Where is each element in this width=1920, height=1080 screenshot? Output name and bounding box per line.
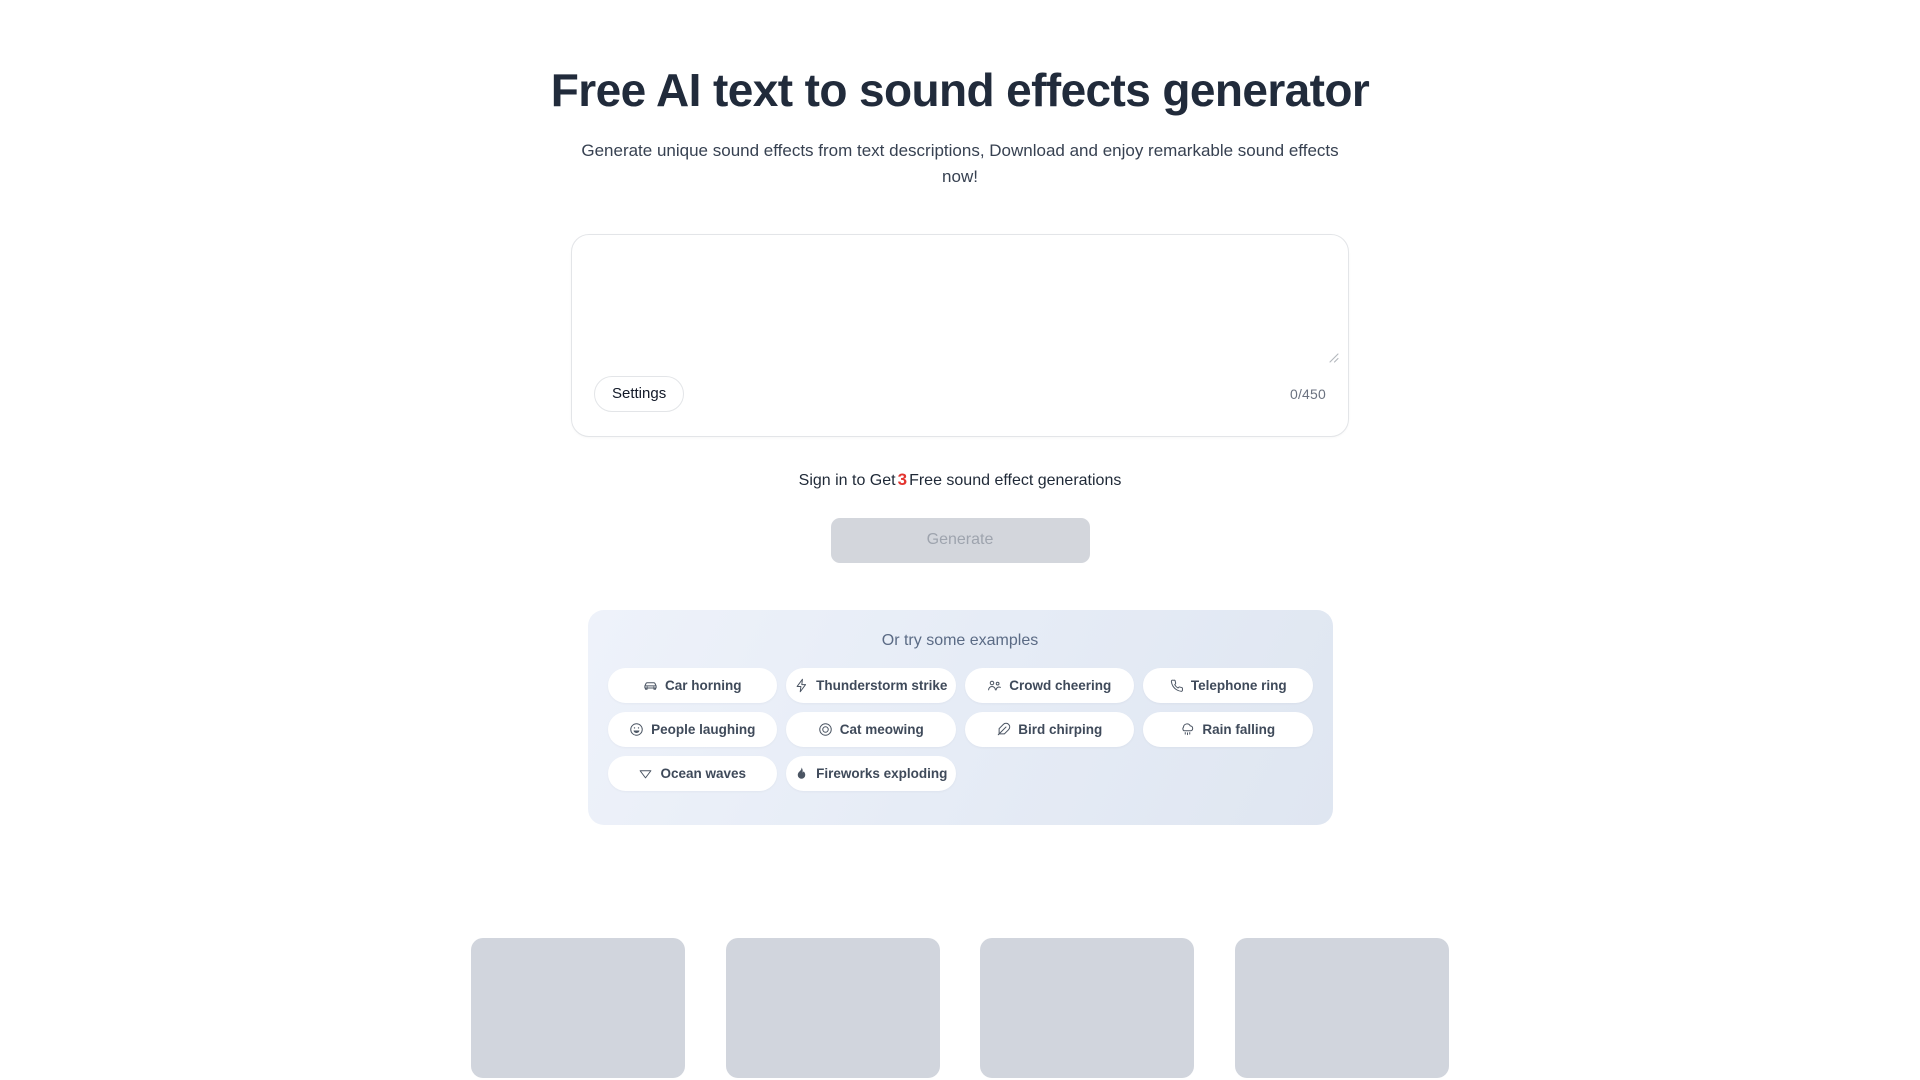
flame-icon <box>794 766 809 781</box>
example-chip-label: Car horning <box>665 677 742 693</box>
smiley-laugh-icon <box>629 722 644 737</box>
page-title: Free AI text to sound effects generator <box>550 64 1370 116</box>
example-chip[interactable]: Cat meowing <box>786 711 956 747</box>
example-chip-label: People laughing <box>651 721 756 737</box>
example-chip-label: Cat meowing <box>839 721 924 737</box>
resize-grip-icon[interactable] <box>1326 350 1339 363</box>
prompt-card: Settings 0/450 <box>571 233 1349 437</box>
examples-grid: Car horning Thunderstorm strike Crowd chee… <box>607 667 1313 791</box>
car-icon <box>643 678 658 693</box>
result-skeleton-card <box>471 937 685 1078</box>
example-chip-label: Ocean waves <box>660 765 747 781</box>
examples-panel: Or try some examples Car horning Thunders… <box>587 609 1333 825</box>
example-chip-label: Rain falling <box>1202 721 1276 737</box>
people-group-icon <box>987 678 1002 693</box>
results-skeleton-row <box>471 937 1449 1078</box>
paw-circle-icon <box>818 722 833 737</box>
hero-section: Free AI text to sound effects generator … <box>0 0 1920 190</box>
prompt-footer: Settings 0/450 <box>572 366 1348 436</box>
page-root: Free AI text to sound effects generator … <box>0 0 1920 1080</box>
feather-icon <box>996 722 1011 737</box>
examples-heading: Or try some examples <box>881 631 1039 649</box>
signin-suffix: Free sound effect generations <box>909 471 1122 489</box>
page-subtitle: Generate unique sound effects from text … <box>581 141 1339 186</box>
wave-triangle-icon <box>638 766 653 781</box>
phone-icon <box>1169 678 1184 693</box>
result-skeleton-card <box>725 937 940 1078</box>
signin-prefix: Sign in to Get <box>798 471 896 489</box>
char-counter: 0/450 <box>1289 385 1326 402</box>
example-chip-label: Thunderstorm strike <box>816 677 948 693</box>
lightning-icon <box>794 678 809 693</box>
prompt-input[interactable] <box>572 234 1348 366</box>
example-chip[interactable]: Ocean waves <box>607 755 777 791</box>
example-chip-label: Bird chirping <box>1018 721 1103 737</box>
example-chip-label: Telephone ring <box>1190 677 1287 693</box>
example-chip[interactable]: Car horning <box>607 667 777 703</box>
example-chip[interactable]: Crowd cheering <box>964 667 1134 703</box>
result-skeleton-card <box>1234 937 1449 1078</box>
example-chip[interactable]: People laughing <box>607 711 777 747</box>
example-chip[interactable]: Thunderstorm strike <box>786 667 956 703</box>
signin-prompt: Sign in to Get 3 Free sound effect generat… <box>799 470 1122 490</box>
example-chip-label: Fireworks exploding <box>816 765 948 781</box>
example-chip[interactable]: Telephone ring <box>1143 667 1313 703</box>
generate-button[interactable]: Generate <box>830 517 1090 563</box>
example-chip[interactable]: Fireworks exploding <box>786 755 956 791</box>
cloud-rain-icon <box>1180 722 1195 737</box>
free-generation-count: 3 <box>897 469 908 489</box>
example-chip[interactable]: Rain falling <box>1143 711 1313 747</box>
settings-button[interactable]: Settings <box>594 375 685 412</box>
example-chip-label: Crowd cheering <box>1009 677 1112 693</box>
example-chip[interactable]: Bird chirping <box>964 711 1134 747</box>
result-skeleton-card <box>980 937 1195 1078</box>
